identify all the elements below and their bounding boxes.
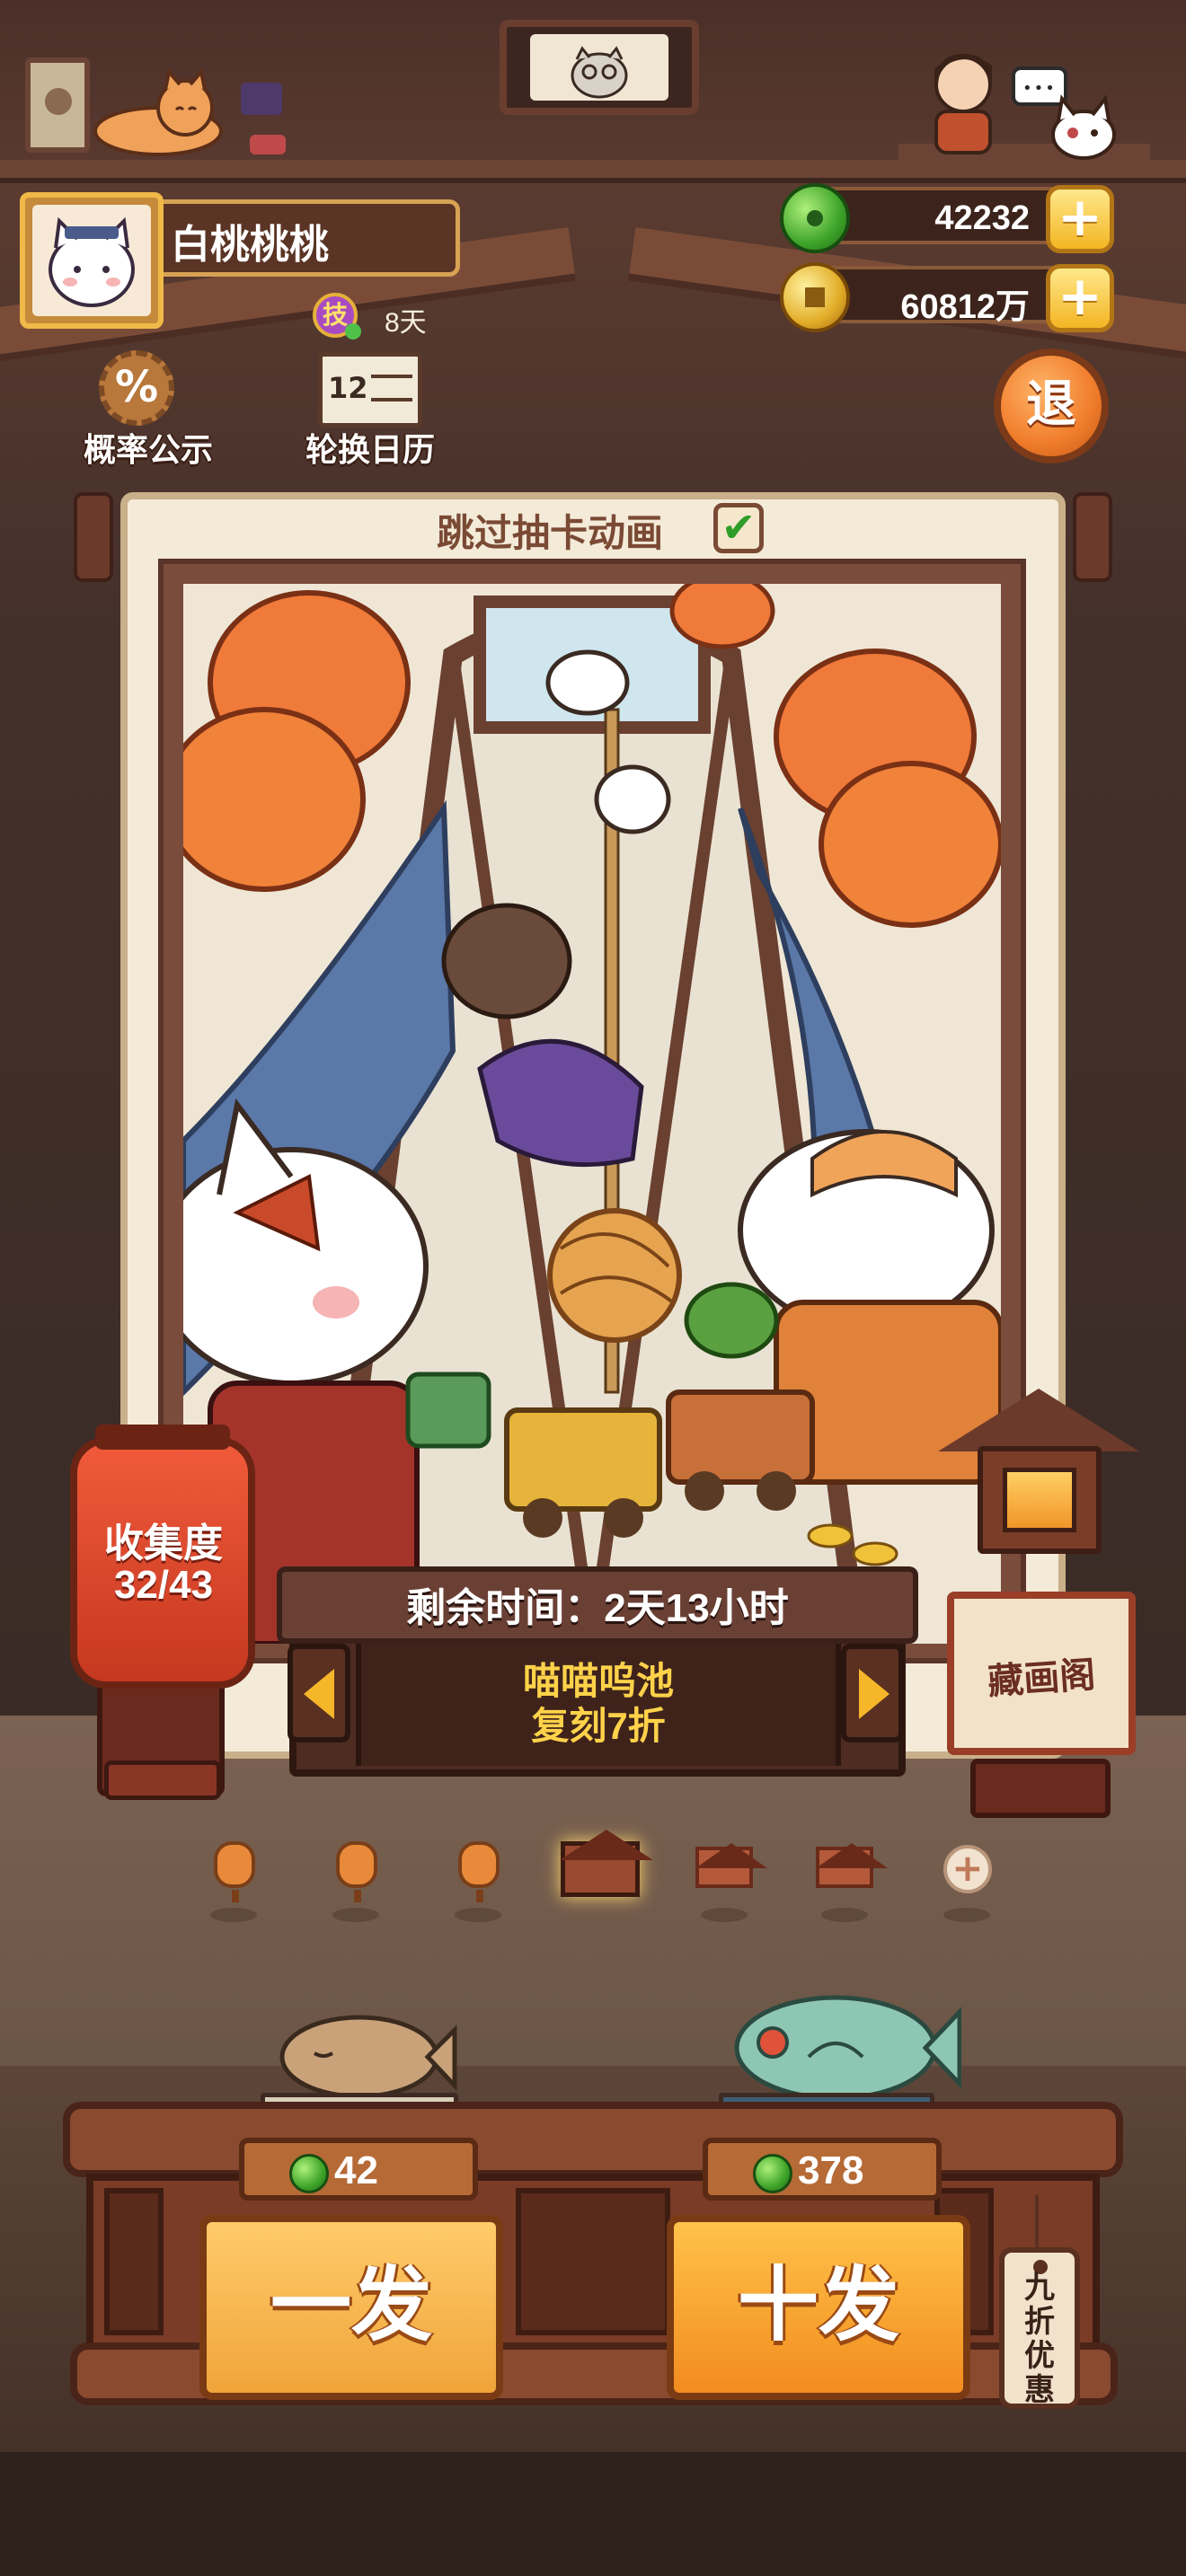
- gold-coin-icon: [780, 262, 850, 332]
- gold-amount: 60812万: [900, 288, 1030, 326]
- pool-selector-item[interactable]: [446, 1838, 510, 1922]
- gallery-stand: [970, 1759, 1111, 1818]
- rotation-calendar-label[interactable]: 轮换日历: [289, 424, 451, 471]
- ten-draw-price: 378: [703, 2138, 942, 2201]
- skill-badge-glyph: 技: [322, 300, 348, 330]
- gold-currency-bar: 60812万 +: [780, 262, 1114, 332]
- collection-label: 收集度: [104, 1522, 223, 1566]
- calendar-icon[interactable]: 12: [318, 352, 422, 428]
- pool-discount: 复刻7折: [531, 1705, 666, 1747]
- tabby-cat-icon: [93, 68, 223, 156]
- quit-button[interactable]: 退: [994, 348, 1109, 463]
- green-fish-icon: [734, 1995, 961, 2101]
- house-pool-icon: [695, 1843, 767, 1888]
- altar-side-panel: [104, 2188, 164, 2335]
- house-pool-icon: [816, 1843, 888, 1888]
- probability-icon[interactable]: %: [99, 350, 174, 426]
- shopkeeper-girl-icon: [934, 53, 992, 154]
- jade-coin-icon: [753, 2154, 792, 2193]
- altar-center-panel: [516, 2188, 670, 2335]
- player-name: 白桃桃桃: [171, 223, 329, 267]
- pool-selector-item[interactable]: [692, 1838, 767, 1922]
- next-pool-button[interactable]: [841, 1644, 904, 1742]
- arrow-right-icon: [859, 1669, 890, 1719]
- lantern-pool-icon: [214, 1841, 255, 1902]
- player-avatar[interactable]: [20, 192, 164, 329]
- altar-top: [63, 2102, 1123, 2177]
- stamp-decoration: [241, 83, 282, 115]
- ten-draw-button[interactable]: 十发: [667, 2215, 970, 2400]
- add-gold-button[interactable]: +: [1046, 264, 1114, 332]
- single-draw-button[interactable]: 一发: [199, 2215, 503, 2400]
- house-pool-icon: [560, 1830, 653, 1897]
- jade-amount: 42232: [934, 199, 1030, 237]
- tag-string: [1035, 2195, 1039, 2249]
- jade-currency-bar: 42232 +: [780, 183, 1114, 253]
- lantern-pool-icon: [336, 1841, 377, 1902]
- skip-animation-checkbox[interactable]: ✔: [713, 503, 764, 553]
- single-draw-price: 42: [239, 2138, 478, 2201]
- poster-post-left: [74, 492, 113, 582]
- lantern-base: [104, 1760, 221, 1800]
- white-cat-icon: [1051, 94, 1116, 160]
- skip-animation-label: 跳过抽卡动画: [437, 512, 664, 554]
- probability-button-label[interactable]: 概率公示: [72, 424, 225, 471]
- add-jade-button[interactable]: +: [1046, 185, 1114, 253]
- lantern-pool-icon: [458, 1841, 500, 1902]
- jade-coin-icon: [289, 2154, 329, 2193]
- cat-festival-illustration-icon: [183, 584, 1001, 1644]
- previous-pool-button[interactable]: [288, 1644, 350, 1742]
- old-cat-portrait-icon: [571, 46, 628, 99]
- white-cat-avatar-icon: [49, 216, 135, 307]
- top-portrait-frame: [500, 20, 699, 115]
- skill-badge[interactable]: 技: [313, 293, 361, 340]
- remaining-time: 剩余时间：2天13小时: [406, 1586, 789, 1630]
- jade-coin-icon: [780, 183, 850, 253]
- calendar-number: 12: [328, 371, 368, 405]
- sleeping-fish-icon: [279, 2015, 457, 2099]
- single-draw-cost: 42: [334, 2148, 378, 2192]
- pool-artwork: [183, 584, 1001, 1644]
- skill-days: 8天: [385, 308, 427, 338]
- ten-draw-cost: 378: [798, 2148, 864, 2192]
- bottom-strip: [0, 2452, 1186, 2576]
- pool-selector-item-active[interactable]: [557, 1830, 653, 1906]
- collection-count: 32/43: [113, 1563, 214, 1607]
- level-up-arrow-icon: [345, 323, 361, 340]
- poster-post-right: [1073, 492, 1112, 582]
- plus-icon: +: [943, 1845, 992, 1893]
- paw-scroll-decoration: [25, 57, 90, 153]
- pool-selector-add[interactable]: +: [934, 1838, 999, 1922]
- gallery-lamp-icon: [978, 1446, 1102, 1554]
- discount-tag-text: 九折优惠: [1024, 2271, 1055, 2407]
- stamp-pad: [250, 135, 286, 154]
- pool-selector-item[interactable]: [323, 1838, 388, 1922]
- pool-selector-item[interactable]: [812, 1838, 888, 1922]
- pool-selector-item[interactable]: [201, 1838, 266, 1922]
- arrow-left-icon: [304, 1669, 334, 1719]
